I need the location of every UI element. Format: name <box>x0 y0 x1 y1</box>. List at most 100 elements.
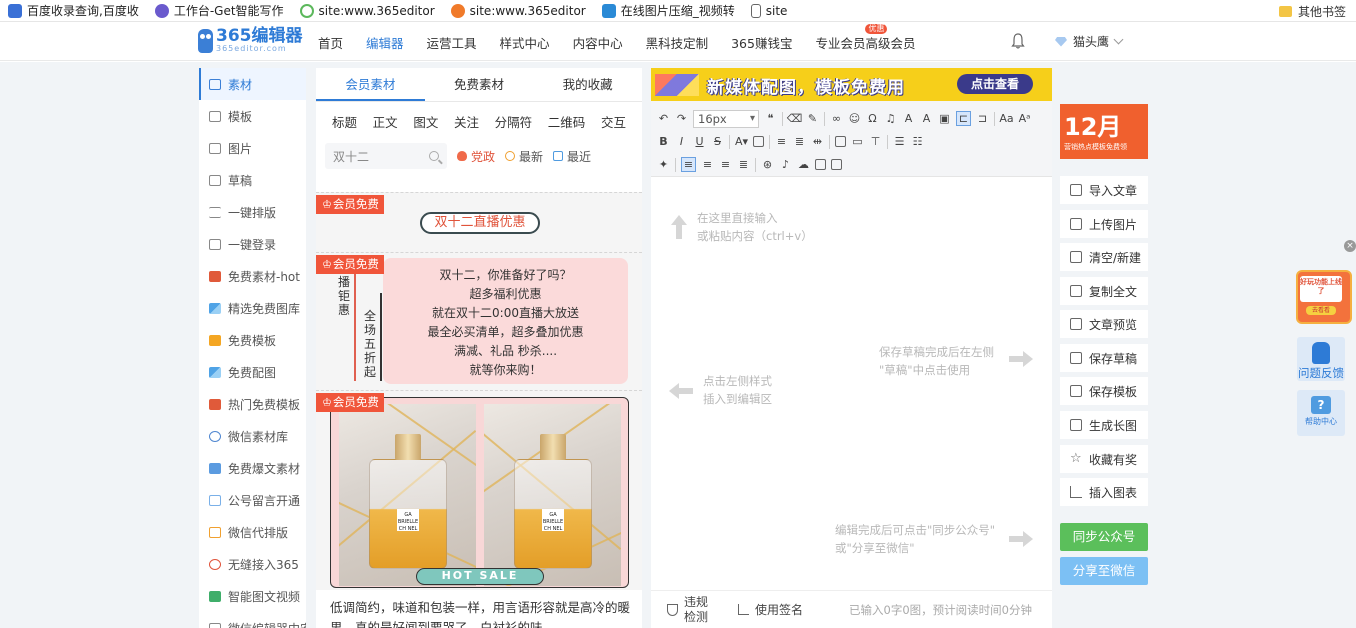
user-menu[interactable]: 猫头鹰 <box>1055 33 1124 50</box>
bookmark-4[interactable]: site:www.365editor <box>443 3 594 18</box>
undo-icon[interactable]: ↶ <box>657 112 670 125</box>
material-card-hot-sale[interactable]: GA BRIELLE CH NEL GA BRIELLE CH NEL HOT … <box>316 390 642 590</box>
bookmark-3[interactable]: site:www.365editor <box>292 3 443 18</box>
save-draft-button[interactable]: 保存草稿 <box>1060 344 1148 372</box>
paragraph-spacing-icon[interactable]: ≣ <box>793 135 806 148</box>
align-left-icon[interactable]: ≡ <box>681 157 696 172</box>
nav-pro-member[interactable]: 专业会员 优惠 <box>815 23 888 52</box>
insert-mini-program-icon[interactable]: ☁ <box>797 158 810 171</box>
category-title[interactable]: 标题 <box>332 112 357 131</box>
underline-icon[interactable]: U <box>693 135 706 148</box>
category-body[interactable]: 正文 <box>373 112 398 131</box>
headphones-icon[interactable]: ♫ <box>884 112 897 125</box>
nav-earn[interactable]: 365赚钱宝 <box>731 33 792 52</box>
clear-new-button[interactable]: 清空/新建 <box>1060 243 1148 271</box>
sidebar-item-wechat-material[interactable]: 微信素材库 <box>199 420 306 452</box>
sidebar-item-material[interactable]: 素材 <box>199 68 306 100</box>
align-justify-icon[interactable]: ≣ <box>737 158 750 171</box>
sidebar-item-free-material[interactable]: 免费素材-hot <box>199 260 306 292</box>
filter-recent[interactable]: 最近 <box>553 148 591 165</box>
category-image-text[interactable]: 图文 <box>413 112 438 131</box>
sidebar-item-drafts[interactable]: 草稿 <box>199 164 306 196</box>
sidebar-item-hot-template[interactable]: 热门免费模板 <box>199 388 306 420</box>
insert-video-icon[interactable]: ⊛ <box>761 158 774 171</box>
ordered-list-icon[interactable]: ☰ <box>893 135 906 148</box>
sidebar-item-images[interactable]: 图片 <box>199 132 306 164</box>
sidebar-item-integrate[interactable]: 无缝接入365 <box>199 548 306 580</box>
align-right-icon[interactable]: ≡ <box>719 158 732 171</box>
import-article-button[interactable]: 导入文章 <box>1060 176 1148 204</box>
material-card-live[interactable]: 会员免费 双十二直播优惠 <box>316 192 642 252</box>
tab-vip-material[interactable]: 会员素材 <box>316 68 425 101</box>
insert-template-icon[interactable] <box>831 159 842 170</box>
long-image-button[interactable]: 生成长图 <box>1060 411 1148 439</box>
font-shrink-icon[interactable]: A <box>920 112 933 125</box>
material-card-promo[interactable]: 会员免费 播钜惠 全场五折起 双十二，你准备好了吗？ 超多福利优惠 就在双十二0… <box>316 252 642 390</box>
font-color-icon[interactable]: A▾ <box>735 135 748 148</box>
unordered-list-icon[interactable]: ☷ <box>911 135 924 148</box>
close-icon[interactable]: × <box>1344 240 1356 252</box>
sidebar-item-wechat-layout[interactable]: 微信代排版 <box>199 516 306 548</box>
favorite-reward-button[interactable]: ☆ 收藏有奖 <box>1060 445 1148 473</box>
nav-home[interactable]: 首页 <box>318 33 343 52</box>
indent-left-icon[interactable]: ⊏ <box>956 111 971 126</box>
divider-icon[interactable]: ⊤ <box>869 135 882 148</box>
magic-wand-icon[interactable]: ✦ <box>657 158 670 171</box>
insert-chart-button[interactable]: 插入图表 <box>1060 478 1148 506</box>
background-color-icon[interactable] <box>753 136 764 147</box>
border-icon[interactable]: ▭ <box>851 135 864 148</box>
category-interactive[interactable]: 交互 <box>601 112 626 131</box>
share-wechat-button[interactable]: 分享至微信 <box>1060 557 1148 585</box>
redo-icon[interactable]: ↷ <box>675 112 688 125</box>
line-height-icon[interactable]: ≡ <box>775 135 788 148</box>
use-signature-button[interactable]: 使用签名 <box>710 601 803 618</box>
category-qrcode[interactable]: 二维码 <box>548 112 586 131</box>
other-bookmarks[interactable]: 其他书签 <box>1278 0 1346 22</box>
category-follow[interactable]: 关注 <box>454 112 479 131</box>
copy-all-button[interactable]: 复制全文 <box>1060 277 1148 305</box>
nav-premium-member[interactable]: 高级会员 <box>865 33 915 52</box>
nav-custom-tech[interactable]: 黑科技定制 <box>646 33 709 52</box>
filter-party[interactable]: 党政 <box>457 148 495 165</box>
paste-icon[interactable]: ▣ <box>938 112 951 125</box>
preview-button[interactable]: 文章预览 <box>1060 310 1148 338</box>
insert-music-icon[interactable]: ♪ <box>779 158 792 171</box>
strikethrough-icon[interactable]: S <box>711 135 724 148</box>
sidebar-item-install[interactable]: 微信编辑器中安 <box>199 612 306 628</box>
tab-favorites[interactable]: 我的收藏 <box>533 68 642 101</box>
format-brush-icon[interactable]: ✎ <box>806 112 819 125</box>
category-divider[interactable]: 分隔符 <box>495 112 533 131</box>
font-case-icon[interactable]: Aᵃ <box>1018 112 1031 125</box>
insert-image-icon[interactable] <box>815 159 826 170</box>
sidebar-item-viral-material[interactable]: 免费爆文素材 <box>199 452 306 484</box>
december-promo-banner[interactable]: 12月 营销热点模板免费领 <box>1060 104 1148 159</box>
link-icon[interactable]: ∞ <box>830 112 843 125</box>
sidebar-item-template[interactable]: 模板 <box>199 100 306 132</box>
banner-view-button[interactable]: 点击查看 <box>957 74 1033 94</box>
italic-icon[interactable]: I <box>675 135 688 148</box>
letter-spacing-icon[interactable]: ⇹ <box>811 135 824 148</box>
bookmark-2[interactable]: 工作台-Get智能写作 <box>147 2 292 19</box>
bell-icon[interactable] <box>1011 33 1025 49</box>
font-grow-icon[interactable]: A <box>902 112 915 125</box>
sync-wechat-button[interactable]: 同步公众号 <box>1060 523 1148 551</box>
save-template-button[interactable]: 保存模板 <box>1060 377 1148 405</box>
tab-free-material[interactable]: 免费素材 <box>425 68 534 101</box>
nav-editor[interactable]: 编辑器 <box>366 33 404 52</box>
special-char-icon[interactable]: Ω <box>866 112 879 125</box>
sidebar-item-free-template[interactable]: 免费模板 <box>199 324 306 356</box>
text-size-icon[interactable]: Aa <box>999 112 1013 125</box>
feedback-button[interactable]: 问题反馈 <box>1297 337 1345 381</box>
sidebar-item-login[interactable]: 一键登录 <box>199 228 306 260</box>
nav-style-center[interactable]: 样式中心 <box>500 33 550 52</box>
material-search-input[interactable]: 双十二 <box>325 143 447 169</box>
font-size-select[interactable]: 16px <box>693 109 759 128</box>
align-center-icon[interactable]: ≡ <box>701 158 714 171</box>
sidebar-item-free-images[interactable]: 免费配图 <box>199 356 306 388</box>
emoji-icon[interactable]: ☺ <box>848 112 861 125</box>
feature-promo-button[interactable]: 去看看 <box>1306 306 1336 315</box>
nav-ops-tools[interactable]: 运营工具 <box>427 33 477 52</box>
bookmark-6[interactable]: site <box>743 3 796 18</box>
bold-icon[interactable]: B <box>657 135 670 148</box>
search-icon[interactable] <box>429 151 439 161</box>
